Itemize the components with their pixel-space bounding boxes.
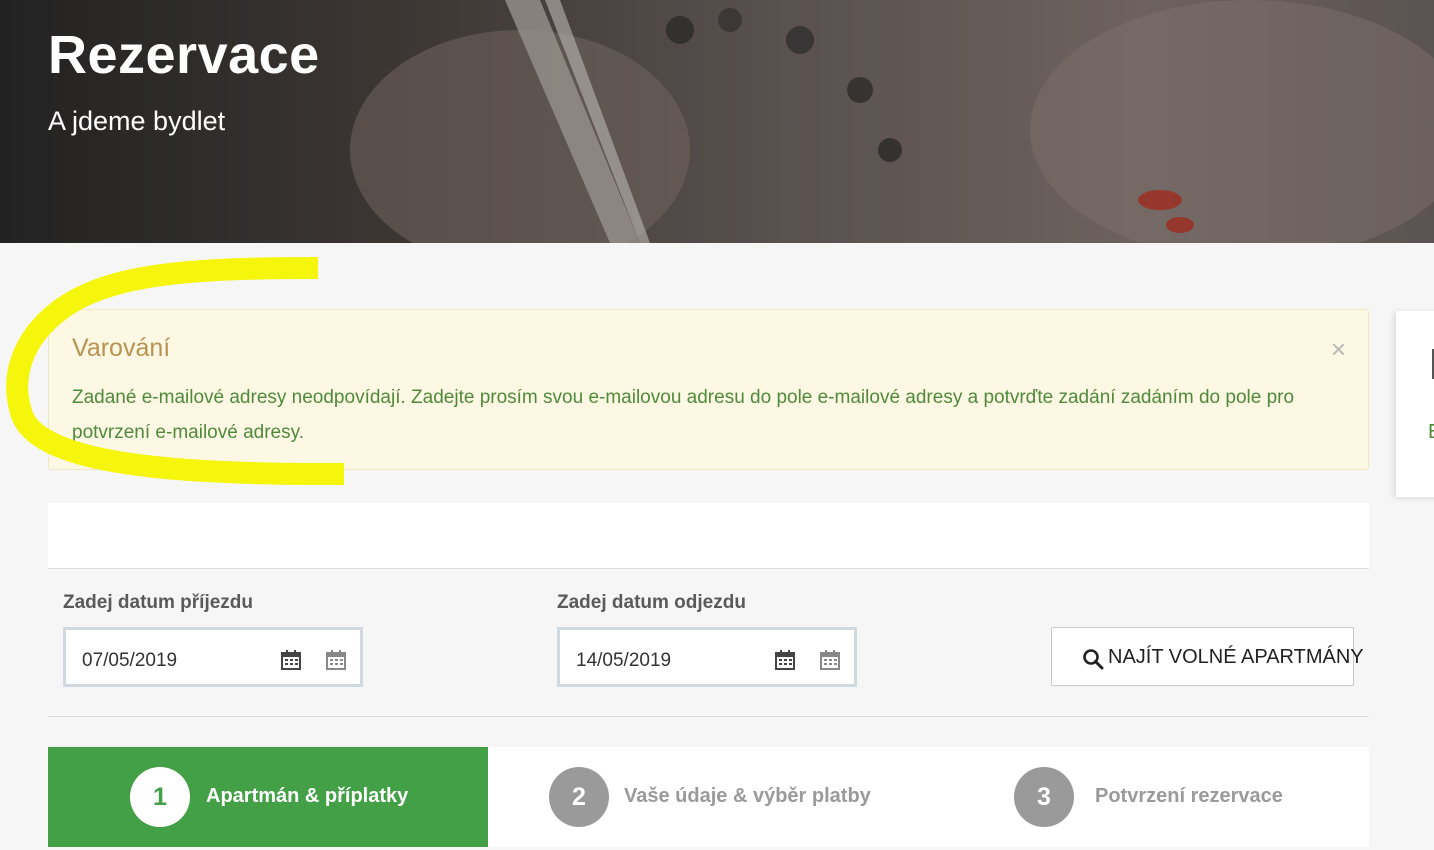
search-icon [1083,649,1104,670]
calendar-icon[interactable] [281,650,301,670]
step-number: 1 [130,767,190,827]
step-label: Apartmán & příplatky [206,785,409,807]
departure-date-label: Zadej datum odjezdu [557,592,746,613]
arrival-date-label: Zadej datum příjezdu [63,592,254,613]
close-icon[interactable]: × [1331,336,1346,362]
calendar-icon[interactable] [775,650,795,670]
step-label: Vaše údaje & výběr platby [624,785,871,807]
departure-date-value: 14/05/2019 [576,650,672,671]
side-panel-card: E [1396,311,1434,497]
arrival-date-field[interactable]: 07/05/2019 [63,627,363,687]
calendar-icon[interactable] [820,650,840,670]
hero-banner: Rezervace A jdeme bydlet [0,0,1434,243]
booking-steps: 1 Apartmán & příplatky 2 Vaše údaje & vý… [48,747,1369,847]
arrival-date-value: 07/05/2019 [82,650,178,671]
step-number: 3 [1014,767,1074,827]
calendar-icon[interactable] [326,650,346,670]
content-panel [48,503,1369,569]
warning-alert: Varování × Zadané e-mailové adresy neodp… [48,309,1369,470]
step-number: 2 [549,767,609,827]
side-card-text: E [1428,421,1434,444]
departure-date-field[interactable]: 14/05/2019 [557,627,857,687]
step-3[interactable]: 3 Potvrzení rezervace [928,747,1369,847]
step-1[interactable]: 1 Apartmán & příplatky [48,747,488,847]
page-title: Rezervace [48,25,320,85]
alert-message: Zadané e-mailové adresy neodpovídají. Za… [72,387,1295,443]
step-label: Potvrzení rezervace [1095,785,1283,807]
divider [48,716,1369,717]
alert-title: Varování [72,334,171,362]
page-subtitle: A jdeme bydlet [48,106,226,136]
step-2[interactable]: 2 Vaše údaje & výběr platby [488,747,928,847]
find-apartments-button[interactable]: NAJÍT VOLNÉ APARTMÁNY [1051,627,1364,686]
find-apartments-label: NAJÍT VOLNÉ APARTMÁNY [1108,646,1364,668]
